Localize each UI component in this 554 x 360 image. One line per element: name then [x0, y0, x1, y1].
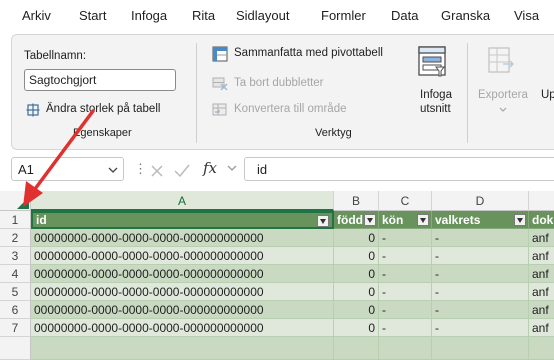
annotation-arrow	[23, 109, 95, 207]
excel-window: Arkiv Start Infoga Rita Sidlayout Formle…	[0, 0, 554, 360]
